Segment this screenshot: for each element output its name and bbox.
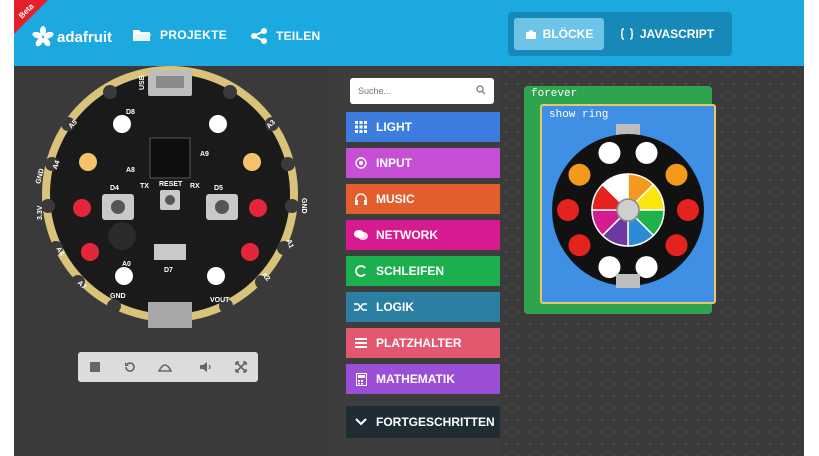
blocks-workspace[interactable]: forever show ring — [500, 66, 804, 456]
board-label-a9: A9 — [200, 151, 209, 158]
board-label-gnd-bottom: GND — [110, 293, 126, 300]
category-label: LOGIK — [376, 300, 414, 314]
tab-javascript[interactable]: JAVASCRIPT — [608, 18, 726, 50]
slow-motion-icon — [157, 364, 172, 372]
calculator-icon — [354, 372, 368, 386]
wheel-center — [616, 198, 640, 222]
grid-icon — [354, 120, 368, 134]
category-label: LIGHT — [376, 120, 412, 134]
category-logic[interactable]: LOGIK — [346, 292, 500, 322]
board-label-gnd-right: GND — [300, 198, 307, 214]
top-bar: Beta adafruit PROJEKTE TEILEN BLÖCKE JAV… — [14, 0, 804, 66]
ring-led[interactable] — [598, 141, 621, 164]
toolbox-search — [350, 78, 494, 104]
share-label: TEILEN — [276, 29, 321, 43]
category-label: MATHEMATIK — [376, 372, 455, 386]
ring-led[interactable] — [665, 234, 688, 257]
ring-battery — [616, 274, 640, 288]
category-label: MUSIC — [376, 192, 415, 206]
headphones-icon — [354, 192, 368, 206]
slide-switch — [154, 244, 186, 260]
board-label-a0: A0 — [122, 261, 131, 268]
board-label-a8: A8 — [126, 167, 135, 174]
category-network[interactable]: NETWORK — [346, 220, 500, 250]
list-icon — [354, 336, 368, 350]
ring-led[interactable] — [665, 163, 688, 186]
category-advanced[interactable]: FORTGESCHRITTEN — [346, 406, 500, 438]
flower-logo-icon — [32, 26, 54, 47]
slow-motion-button[interactable] — [148, 352, 183, 382]
show-ring-label: show ring — [549, 109, 609, 121]
category-label: SCHLEIFEN — [376, 264, 445, 278]
blocks-label: BLÖCKE — [542, 27, 594, 41]
brand-name: adafruit — [57, 28, 113, 46]
ring-led[interactable] — [568, 234, 591, 257]
chat-icon — [354, 228, 368, 242]
board-label-reset: RESET — [159, 181, 183, 188]
microcontroller-chip — [149, 137, 191, 179]
ring-editor[interactable] — [542, 124, 714, 296]
mute-icon — [199, 362, 211, 372]
chevron-down-icon — [354, 415, 368, 429]
category-label: FORTGESCHRITTEN — [376, 415, 495, 429]
simulator-controls — [78, 352, 258, 382]
board-label-d5: D5 — [214, 185, 223, 192]
forever-label: forever — [531, 88, 578, 100]
category-loops[interactable]: SCHLEIFEN — [346, 256, 500, 286]
ring-led[interactable] — [557, 199, 579, 221]
category-math[interactable]: MATHEMATIK — [346, 364, 500, 394]
ring-led[interactable] — [568, 163, 591, 186]
ring-led[interactable] — [635, 141, 658, 164]
board-label-3v3: 3.3V — [37, 205, 44, 220]
folder-icon — [133, 30, 151, 41]
braces-icon — [620, 28, 633, 40]
shuffle-icon — [354, 300, 368, 314]
battery-connector — [148, 302, 192, 328]
mute-button[interactable] — [188, 352, 223, 382]
speaker — [108, 222, 136, 250]
puzzle-icon — [525, 30, 536, 39]
share-button[interactable]: TEILEN — [250, 28, 320, 44]
category-label: INPUT — [376, 156, 412, 170]
board-label-vout: VOUT — [210, 297, 230, 304]
stop-button[interactable] — [78, 352, 113, 382]
editor-toggle: BLÖCKE JAVASCRIPT — [508, 12, 732, 56]
search-input[interactable] — [350, 78, 468, 104]
javascript-label: JAVASCRIPT — [639, 27, 715, 41]
stop-icon — [90, 362, 101, 372]
category-music[interactable]: MUSIC — [346, 184, 500, 214]
restart-icon — [125, 362, 135, 372]
category-variables[interactable]: PLATZHALTER — [346, 328, 500, 358]
app-frame: Beta adafruit PROJEKTE TEILEN BLÖCKE JAV… — [14, 0, 804, 456]
share-icon — [251, 28, 267, 44]
projects-button[interactable]: PROJEKTE — [132, 28, 227, 42]
loop-icon — [354, 264, 368, 278]
circuit-playground-board[interactable]: D8 D4 D5 TX RX RESET A9 A8 A0 D7 GND GND… — [14, 66, 328, 346]
tab-blocks[interactable]: BLÖCKE — [514, 18, 604, 50]
board-label-rx: RX — [190, 183, 200, 190]
projects-label: PROJEKTE — [160, 28, 228, 42]
restart-button[interactable] — [113, 352, 148, 382]
show-ring-block[interactable]: show ring — [540, 104, 716, 304]
fullscreen-icon — [234, 361, 247, 373]
adafruit-logo[interactable]: adafruit — [32, 26, 112, 48]
search-icon[interactable] — [476, 85, 486, 95]
category-label: PLATZHALTER — [376, 336, 462, 350]
board-label-d4: D4 — [110, 185, 119, 192]
board-label-d7: D7 — [164, 267, 173, 274]
target-icon — [354, 156, 368, 170]
board-label-usb: USB — [139, 75, 146, 90]
board-label-d8: D8 — [126, 109, 135, 116]
ring-led[interactable] — [677, 199, 699, 221]
simulator-panel: D8 D4 D5 TX RX RESET A9 A8 A0 D7 GND GND… — [14, 66, 328, 456]
board-label-tx: TX — [140, 183, 149, 190]
category-input[interactable]: INPUT — [346, 148, 500, 178]
fullscreen-button[interactable] — [223, 352, 258, 382]
toolbox-panel: LIGHT INPUT MUSIC NETWORK SCHLEIFEN LOGI… — [328, 66, 500, 456]
category-light[interactable]: LIGHT — [346, 112, 500, 142]
category-label: NETWORK — [376, 228, 438, 242]
